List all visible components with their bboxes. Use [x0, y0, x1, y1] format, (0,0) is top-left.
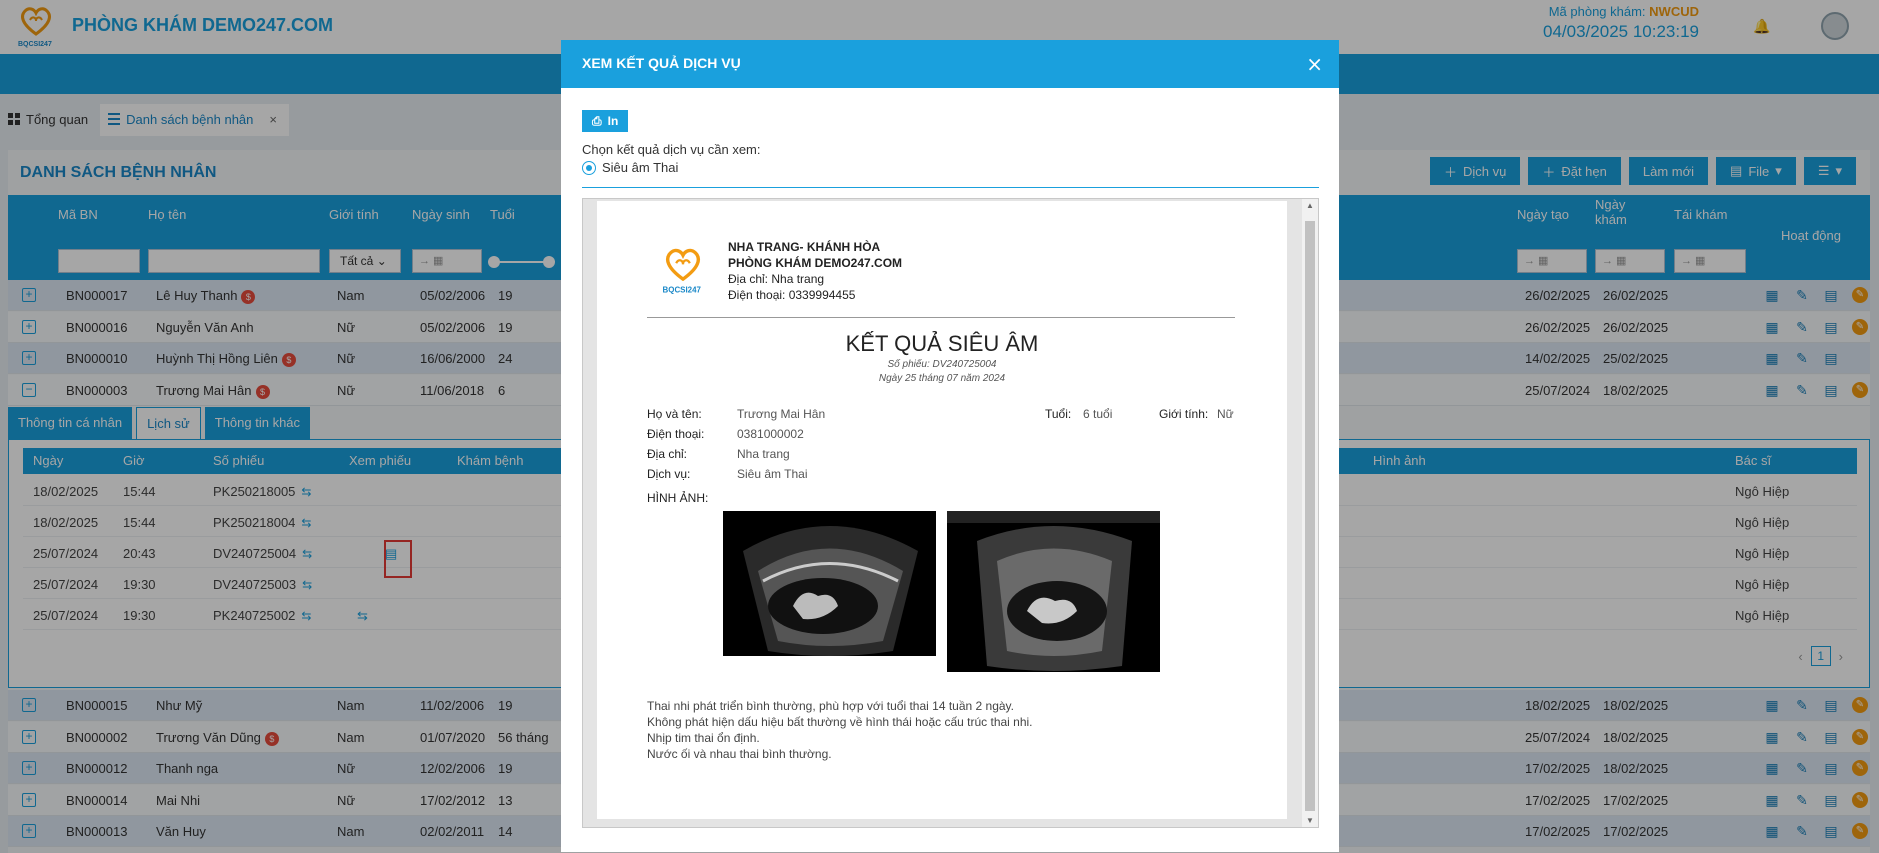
modal-title: XEM KẾT QUẢ DỊCH VỤ: [582, 55, 741, 71]
doc-divider: [647, 317, 1235, 318]
scroll-up-icon[interactable]: ▲: [1305, 201, 1315, 210]
doc-service: Dịch vụ: Siêu âm Thai: [647, 467, 808, 481]
clinic-logo: BQCSI247: [663, 248, 702, 295]
doc-title: KẾT QUẢ SIÊU ÂM: [845, 331, 1039, 356]
result-option[interactable]: Siêu âm Thai: [582, 160, 678, 175]
doc-conclusion: Thai nhi phát triển bình thường, phù hợp…: [647, 699, 1033, 761]
doc-date: Ngày 25 tháng 07 năm 2024: [878, 373, 1006, 384]
close-icon[interactable]: ×: [1306, 52, 1323, 76]
result-option-label: Siêu âm Thai: [602, 160, 679, 175]
doc-phone: Điện thoại: 0381000002: [647, 427, 804, 441]
modal-header: XEM KẾT QUẢ DỊCH VỤ ×: [561, 40, 1339, 88]
scroll-down-icon[interactable]: ▼: [1305, 816, 1315, 825]
svg-text:BQCSI247: BQCSI247: [663, 286, 702, 295]
doc-images-label: HÌNH ẢNH:: [647, 491, 709, 505]
document-page: BQCSI247 NHA TRANG- KHÁNH HÒA PHÒNG KHÁM…: [597, 201, 1287, 819]
doc-organization: NHA TRANG- KHÁNH HÒA PHÒNG KHÁM DEMO247.…: [728, 240, 903, 302]
divider: [582, 187, 1319, 188]
doc-gender: Giới tính: Nữ: [1159, 407, 1234, 421]
document-viewer[interactable]: BQCSI247 NHA TRANG- KHÁNH HÒA PHÒNG KHÁM…: [582, 198, 1319, 828]
radio-selected[interactable]: [582, 160, 596, 175]
doc-address: Địa chỉ: Nha trang: [647, 447, 790, 461]
print-button[interactable]: ⎙ In: [582, 110, 629, 132]
service-result-modal: XEM KẾT QUẢ DỊCH VỤ × ⎙ In Chọn kết quả …: [561, 40, 1339, 852]
scroll-thumb[interactable]: [1305, 221, 1315, 811]
doc-ticket: Số phiếu: DV240725004: [887, 359, 997, 370]
ultrasound-image-2: [947, 511, 1160, 672]
printer-icon: ⎙: [592, 113, 602, 128]
doc-age: Tuổi: 6 tuổi: [1045, 407, 1113, 421]
doc-name: Họ và tên: Trương Mai Hân: [647, 407, 826, 421]
ultrasound-image-1: [723, 511, 936, 656]
viewer-scrollbar[interactable]: ▲ ▼: [1302, 199, 1318, 827]
choose-result-label: Chọn kết quả dịch vụ cần xem:: [582, 142, 761, 157]
